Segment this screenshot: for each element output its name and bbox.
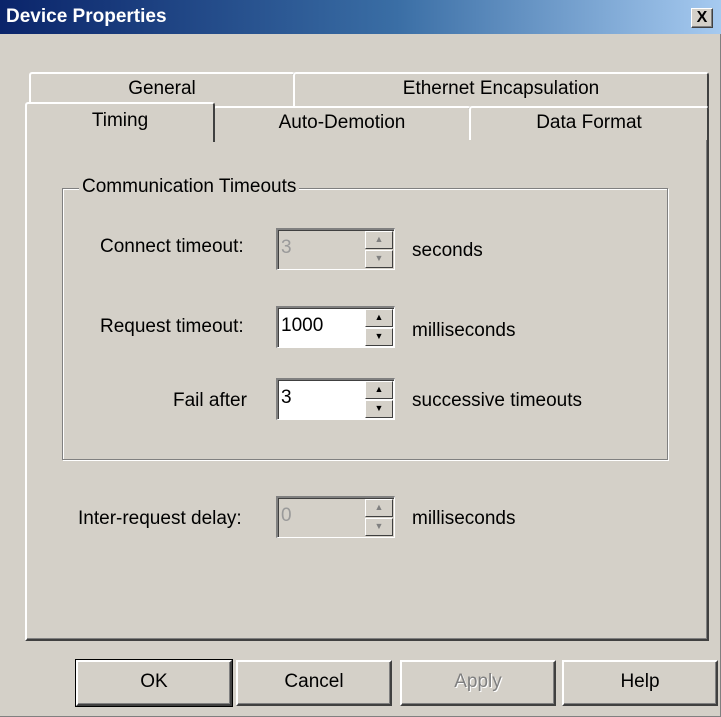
help-button-label: Help (620, 671, 660, 692)
spin-down-icon[interactable]: ▼ (365, 328, 393, 346)
tab-auto-demotion[interactable]: Auto-Demotion (213, 106, 471, 140)
apply-button-label: Apply (454, 671, 502, 692)
fail-after-input[interactable] (281, 383, 361, 413)
request-timeout-spinbox[interactable]: ▲ ▼ (276, 306, 395, 348)
tab-label: Timing (91, 110, 149, 131)
connect-timeout-spinbox: ▲ ▼ (276, 228, 395, 270)
window-title: Device Properties (6, 6, 167, 27)
request-timeout-input[interactable] (281, 311, 361, 341)
fail-after-spinbox[interactable]: ▲ ▼ (276, 378, 395, 420)
connect-timeout-unit: seconds (412, 240, 483, 261)
title-bar[interactable]: Device Properties X (0, 0, 721, 34)
connect-timeout-spinner: ▲ ▼ (365, 231, 393, 268)
device-properties-dialog: Device Properties X General Ethernet Enc… (0, 0, 721, 717)
spin-up-icon: ▲ (365, 231, 393, 249)
group-title: Communication Timeouts (79, 176, 300, 198)
inter-request-delay-input (281, 501, 361, 531)
spin-up-icon: ▲ (365, 499, 393, 517)
tab-label: Ethernet Encapsulation (402, 78, 600, 99)
close-button[interactable]: X (691, 8, 713, 28)
spin-down-icon[interactable]: ▼ (365, 400, 393, 418)
spin-up-icon[interactable]: ▲ (365, 309, 393, 327)
spin-down-icon: ▼ (365, 518, 393, 536)
request-timeout-label: Request timeout: (100, 316, 244, 337)
tab-label: Data Format (536, 112, 642, 133)
tab-ethernet-encapsulation[interactable]: Ethernet Encapsulation (293, 72, 709, 108)
request-timeout-spinner[interactable]: ▲ ▼ (365, 309, 393, 346)
inter-request-delay-unit: milliseconds (412, 508, 516, 529)
request-timeout-unit: milliseconds (412, 320, 516, 341)
cancel-button-label: Cancel (284, 671, 344, 692)
fail-after-unit: successive timeouts (412, 390, 583, 411)
apply-button: Apply (400, 660, 556, 706)
fail-after-spinner[interactable]: ▲ ▼ (365, 381, 393, 418)
help-button[interactable]: Help (562, 660, 718, 706)
fail-after-label: Fail after (173, 390, 247, 411)
cancel-button[interactable]: Cancel (236, 660, 392, 706)
inter-request-delay-spinbox: ▲ ▼ (276, 496, 395, 538)
tab-data-format[interactable]: Data Format (469, 106, 709, 140)
spin-up-icon[interactable]: ▲ (365, 381, 393, 399)
tab-label: General (128, 78, 196, 99)
tab-label: Auto-Demotion (278, 112, 406, 133)
connect-timeout-input (281, 233, 361, 263)
close-icon: X (696, 9, 708, 26)
tab-timing[interactable]: Timing (25, 102, 215, 142)
inter-request-delay-spinner: ▲ ▼ (365, 499, 393, 536)
ok-button-label: OK (140, 671, 168, 692)
spin-down-icon: ▼ (365, 250, 393, 268)
ok-button[interactable]: OK (75, 659, 233, 707)
inter-request-delay-label: Inter-request delay: (78, 508, 242, 529)
connect-timeout-label: Connect timeout: (100, 236, 244, 257)
